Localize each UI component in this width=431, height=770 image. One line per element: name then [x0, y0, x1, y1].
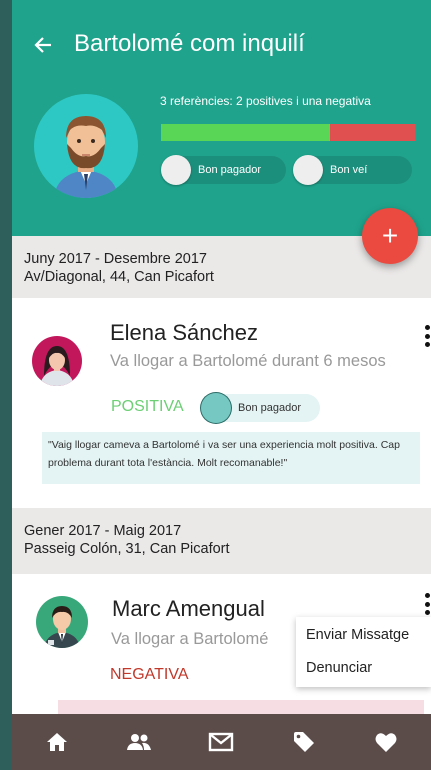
tag-label: Bon pagador	[238, 402, 301, 414]
app-screen: Bartolomé com inquilí 3 referències: 2 p…	[12, 0, 431, 770]
heart-icon[interactable]	[366, 722, 406, 762]
chip-bon-pagador[interactable]: Bon pagador	[161, 155, 286, 185]
tag-dot	[201, 393, 231, 423]
review-period-header: Gener 2017 - Maig 2017 Passeig Colón, 31…	[12, 508, 431, 574]
add-reference-button[interactable]: +	[362, 208, 418, 264]
context-menu: Enviar Missatge Denunciar	[296, 617, 431, 687]
tenant-avatar	[34, 94, 138, 198]
review-verdict: NEGATIVA	[110, 666, 189, 683]
toggle-knob	[293, 155, 323, 185]
bottom-nav	[12, 714, 431, 770]
tag-bon-pagador: Bon pagador	[201, 393, 320, 423]
people-icon[interactable]	[119, 722, 159, 762]
home-icon[interactable]	[37, 722, 77, 762]
toggle-knob	[161, 155, 191, 185]
review-subtitle: Va llogar a Bartolomé durant 6 mesos	[110, 352, 386, 370]
references-summary: 3 referències: 2 positives i una negativ…	[160, 94, 371, 108]
review-verdict: POSITIVA	[111, 398, 184, 415]
profile-header: Bartolomé com inquilí 3 referències: 2 p…	[12, 0, 431, 236]
chip-bon-vei[interactable]: Bon veí	[293, 155, 412, 185]
review-address: Passeig Colón, 31, Can Picafort	[24, 541, 230, 557]
mail-icon[interactable]	[201, 722, 241, 762]
back-arrow-icon[interactable]	[30, 34, 56, 60]
review-quote: "Vaig llogar cameva a Bartolomé i va ser…	[42, 432, 420, 484]
tag-icon[interactable]	[284, 722, 324, 762]
review-period: Gener 2017 - Maig 2017	[24, 523, 182, 539]
reviewer-avatar	[36, 596, 88, 648]
chip-label: Bon veí	[330, 164, 368, 176]
review-subtitle: Va llogar a Bartolomé	[111, 630, 269, 648]
menu-item-report[interactable]: Denunciar	[296, 654, 431, 683]
page-title: Bartolomé com inquilí	[74, 30, 305, 57]
reviewer-name: Elena Sánchez	[110, 320, 258, 345]
review-address: Av/Diagonal, 44, Can Picafort	[24, 269, 214, 285]
more-options-icon[interactable]	[419, 322, 431, 350]
positive-ratio-fill	[161, 124, 331, 141]
reviewer-name: Marc Amengual	[112, 596, 265, 621]
more-options-icon[interactable]	[419, 590, 431, 618]
reviewer-avatar	[32, 336, 82, 386]
menu-item-send-message[interactable]: Enviar Missatge	[296, 621, 431, 650]
references-ratio-bar	[161, 124, 415, 141]
review-card: Elena Sánchez Va llogar a Bartolomé dura…	[12, 298, 431, 508]
chip-label: Bon pagador	[198, 164, 261, 176]
